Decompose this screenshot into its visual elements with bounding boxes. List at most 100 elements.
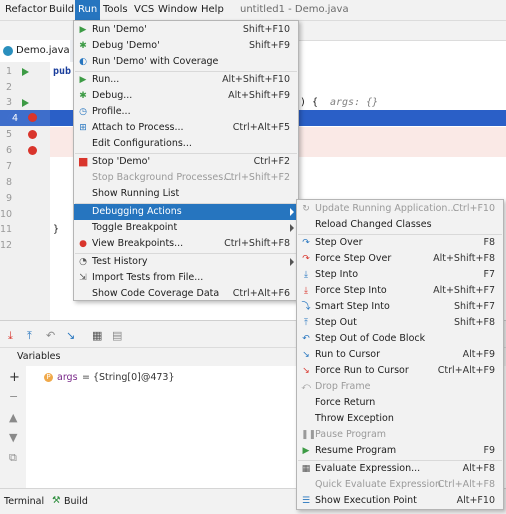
move-down-icon[interactable]: ▼ xyxy=(9,431,17,444)
menu-item-debug-ellipsis[interactable]: ✱ Debug... Alt+Shift+F9 xyxy=(74,88,298,104)
java-class-icon xyxy=(3,46,13,56)
editor-gutter[interactable]: 1 2 3 4 5 6 7 8 9 10 11 12 xyxy=(0,62,50,320)
move-up-icon[interactable]: ▲ xyxy=(9,411,17,424)
menu-bar: Refactor Build Run Tools VCS Window Help… xyxy=(0,0,506,21)
menu-item-debug-demo[interactable]: ✱ Debug 'Demo' Shift+F9 xyxy=(74,38,298,54)
step-over-icon: ↷ xyxy=(302,238,310,248)
menu-item-step-over[interactable]: ↷ Step Over F8 xyxy=(297,235,503,251)
menu-item-step-into[interactable]: ⤓ Step Into F7 xyxy=(297,267,503,283)
menu-item-show-coverage-data[interactable]: Show Code Coverage Data Ctrl+Alt+F6 xyxy=(74,286,298,302)
breakpoint-icon[interactable] xyxy=(28,146,37,155)
pause-icon: ❚❚ xyxy=(301,430,317,440)
menu-item-force-step-into[interactable]: ⤓ Force Step Into Alt+Shift+F7 xyxy=(297,283,503,299)
play-icon: ▶ xyxy=(79,25,87,35)
menu-item-stop-background[interactable]: Stop Background Processes... Ctrl+Shift+… xyxy=(74,170,298,186)
line-number: 6 xyxy=(5,145,12,156)
menu-item-show-execution-point[interactable]: ☰ Show Execution Point Alt+F10 xyxy=(297,493,503,509)
remove-watch-icon[interactable]: − xyxy=(9,390,18,403)
menu-item-drop-frame[interactable]: ⤺ Drop Frame xyxy=(297,379,503,395)
menu-item-import-tests[interactable]: ⇲ Import Tests from File... xyxy=(74,270,298,286)
menu-item-debugging-actions[interactable]: Debugging Actions xyxy=(74,204,298,220)
variables-title: Variables xyxy=(17,351,61,362)
force-step-into-icon: ⤓ xyxy=(304,286,308,296)
menu-item-force-step-over[interactable]: ↷ Force Step Over Alt+Shift+F8 xyxy=(297,251,503,267)
bug-icon: ✱ xyxy=(79,91,87,101)
submenu-arrow-icon xyxy=(290,224,294,232)
menu-item-run-coverage[interactable]: ◐ Run 'Demo' with Coverage xyxy=(74,54,298,70)
step-out-block-toolbar-icon[interactable]: ↶ xyxy=(46,329,55,342)
submenu-arrow-icon xyxy=(290,258,294,266)
code-brace: } xyxy=(53,224,60,235)
step-into-icon: ⤓ xyxy=(304,270,308,280)
menu-item-step-out-code-block[interactable]: ↶ Step Out of Code Block xyxy=(297,331,503,347)
profile-icon: ◷ xyxy=(79,107,87,117)
run-main-icon[interactable] xyxy=(22,99,29,107)
menu-item-edit-configurations[interactable]: Edit Configurations... xyxy=(74,136,298,152)
menu-item-resume-program[interactable]: ▶ Resume Program F9 xyxy=(297,443,503,459)
variables-side-toolbar: + − ▲ ▼ ⧉ xyxy=(0,366,27,488)
line-number: 5 xyxy=(5,129,12,140)
menu-run[interactable]: Run xyxy=(75,0,101,20)
breakpoint-icon[interactable] xyxy=(28,113,37,122)
menu-item-force-return[interactable]: Force Return xyxy=(297,395,503,411)
update-icon: ↻ xyxy=(302,204,310,214)
breakpoints-icon: ● xyxy=(79,239,87,249)
menu-item-reload-changed-classes[interactable]: Reload Changed Classes xyxy=(297,217,503,233)
menu-item-profile[interactable]: ◷ Profile... xyxy=(74,104,298,120)
menu-item-pause-program[interactable]: ❚❚ Pause Program xyxy=(297,427,503,443)
breakpoint-icon[interactable] xyxy=(28,130,37,139)
line-number: 2 xyxy=(5,82,12,93)
copy-icon[interactable]: ⧉ xyxy=(9,451,17,465)
menu-help[interactable]: Help xyxy=(198,0,227,20)
smart-step-into-icon: ⤵ xyxy=(301,302,311,312)
variable-name: args xyxy=(57,372,78,383)
resume-icon: ▶ xyxy=(302,446,310,456)
menu-item-run-to-cursor[interactable]: ↘ Run to Cursor Alt+F9 xyxy=(297,347,503,363)
run-to-cursor-toolbar-icon[interactable]: ↘ xyxy=(66,329,75,342)
trace-toolbar-icon[interactable]: ▤ xyxy=(112,329,122,342)
menu-item-step-out[interactable]: ⤒ Step Out Shift+F8 xyxy=(297,315,503,331)
menu-item-quick-evaluate[interactable]: Quick Evaluate Expression Ctrl+Alt+F8 xyxy=(297,477,503,493)
menu-window[interactable]: Window xyxy=(155,0,200,20)
menu-item-evaluate-expression[interactable]: ▦ Evaluate Expression... Alt+F8 xyxy=(297,461,503,477)
tab-label: Demo.java xyxy=(16,45,70,56)
build-tab[interactable]: Build xyxy=(64,496,88,507)
menu-item-stop-demo[interactable]: ■ Stop 'Demo' Ctrl+F2 xyxy=(74,154,298,170)
menu-vcs[interactable]: VCS xyxy=(131,0,157,20)
build-icon: ⚒ xyxy=(52,495,61,506)
menu-item-view-breakpoints[interactable]: ● View Breakpoints... Ctrl+Shift+F8 xyxy=(74,236,298,252)
menu-item-smart-step-into[interactable]: ⤵ Smart Step Into Shift+F7 xyxy=(297,299,503,315)
coverage-icon: ◐ xyxy=(79,57,87,67)
submenu-arrow-icon xyxy=(290,208,294,216)
step-out-toolbar-icon[interactable]: ⤒ xyxy=(27,329,32,343)
step-out-icon: ⤒ xyxy=(304,318,308,328)
menu-item-show-running-list[interactable]: Show Running List xyxy=(74,186,298,202)
menu-item-test-history[interactable]: ◔ Test History xyxy=(74,254,298,270)
menu-item-force-run-to-cursor[interactable]: ↘ Force Run to Cursor Ctrl+Alt+F9 xyxy=(297,363,503,379)
menu-refactor[interactable]: Refactor xyxy=(2,0,50,20)
menu-item-run-ellipsis[interactable]: ▶ Run... Alt+Shift+F10 xyxy=(74,72,298,88)
line-number: 12 xyxy=(0,240,13,251)
menu-item-toggle-breakpoint[interactable]: Toggle Breakpoint xyxy=(74,220,298,236)
menu-build[interactable]: Build xyxy=(46,0,77,20)
editor-tab-bar: Demo.java xyxy=(0,40,75,64)
menu-item-update-running-app[interactable]: ↻ Update Running Application... Ctrl+F10 xyxy=(297,201,503,217)
menu-item-run-demo[interactable]: ▶ Run 'Demo' Shift+F10 xyxy=(74,22,298,38)
variable-value: = {String[0]@473} xyxy=(82,372,175,383)
history-icon: ◔ xyxy=(79,257,87,267)
run-menu-dropdown: ▶ Run 'Demo' Shift+F10 ✱ Debug 'Demo' Sh… xyxy=(73,20,299,301)
parameter-badge-icon: P xyxy=(44,373,53,382)
calculator-icon: ▦ xyxy=(301,464,311,474)
terminal-tab[interactable]: Terminal xyxy=(4,496,44,507)
step-into-toolbar-icon[interactable]: ⤓ xyxy=(8,329,13,343)
add-watch-icon[interactable]: + xyxy=(9,370,20,385)
run-class-icon[interactable] xyxy=(22,68,29,76)
force-step-over-icon: ↷ xyxy=(302,254,310,264)
tab-demo-java[interactable]: Demo.java xyxy=(0,40,70,64)
menu-item-attach-process[interactable]: ⊞ Attach to Process... Ctrl+Alt+F5 xyxy=(74,120,298,136)
evaluate-toolbar-icon[interactable]: ▦ xyxy=(92,329,102,342)
line-number: 11 xyxy=(0,224,13,235)
menu-item-throw-exception[interactable]: Throw Exception xyxy=(297,411,503,427)
play-icon: ▶ xyxy=(79,75,87,85)
menu-tools[interactable]: Tools xyxy=(100,0,131,20)
